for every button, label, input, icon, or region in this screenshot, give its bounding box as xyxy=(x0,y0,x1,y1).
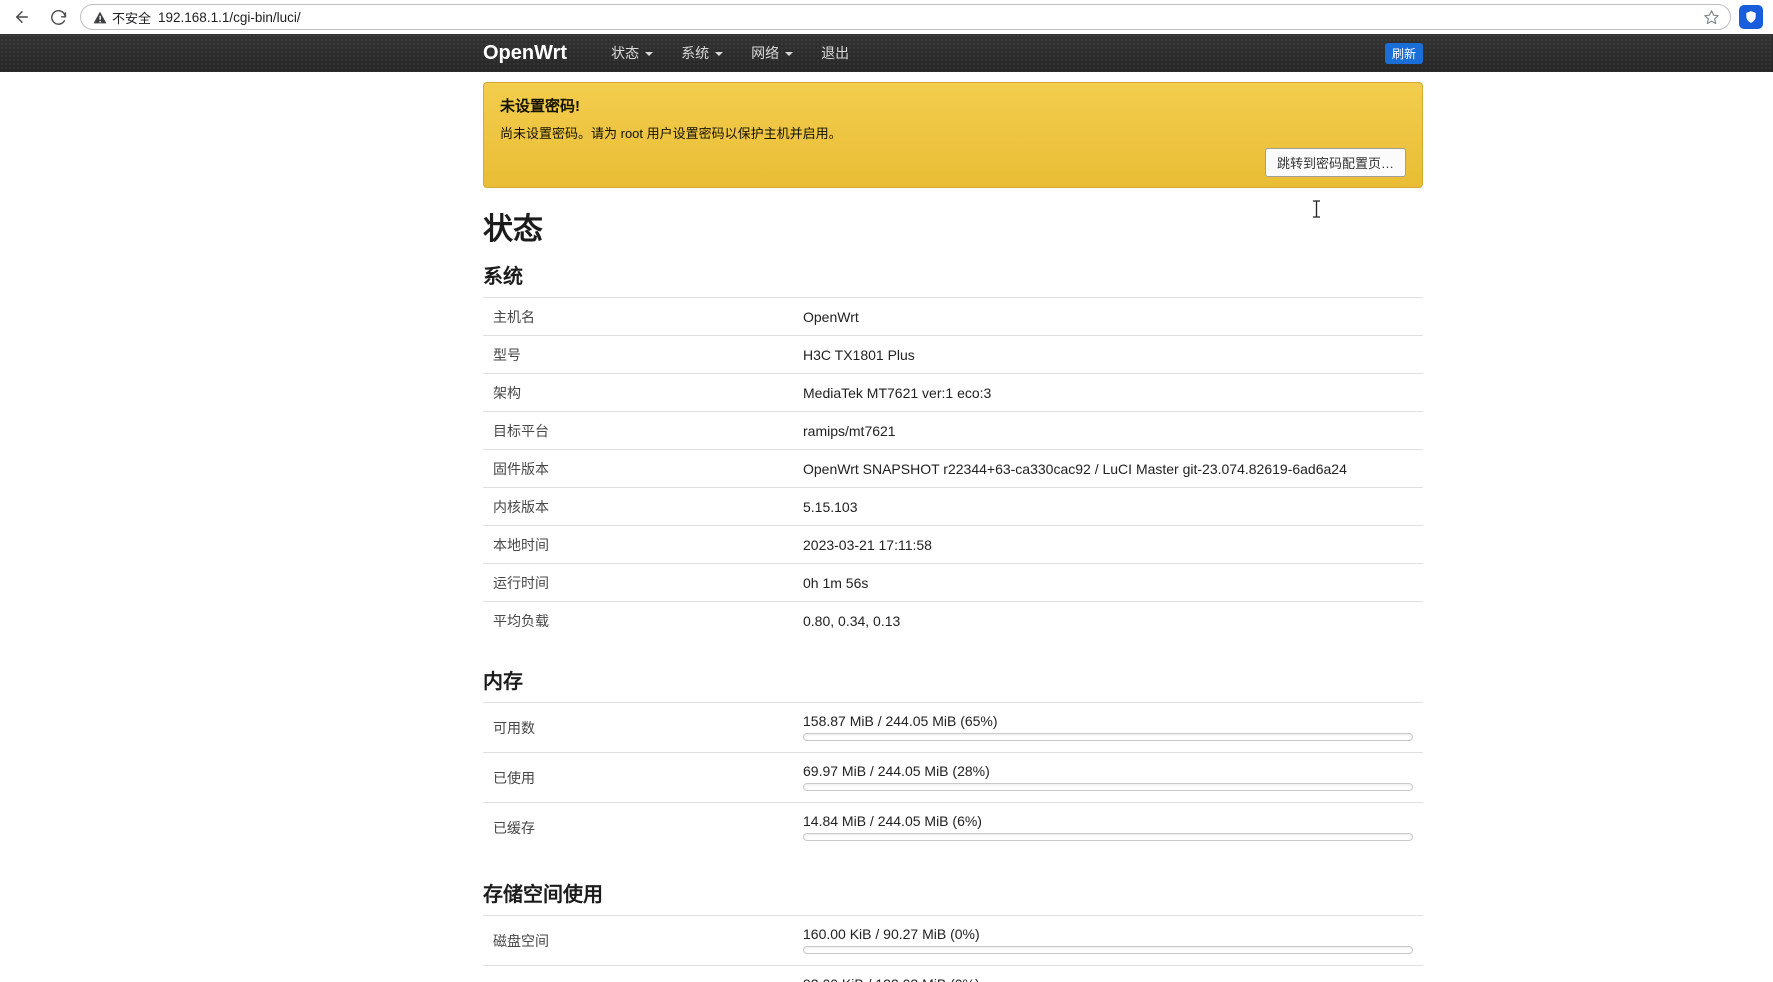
back-arrow-icon xyxy=(16,11,28,23)
row-label: 固件版本 xyxy=(493,460,549,477)
row-value: 2023-03-21 17:11:58 xyxy=(803,536,932,553)
main-content: 未设置密码! 尚未设置密码。请为 root 用户设置密码以保护主机并启用。 跳转… xyxy=(483,82,1423,982)
row-value: 0.80, 0.34, 0.13 xyxy=(803,612,901,629)
row-label: 可用数 xyxy=(493,719,535,736)
progress-bar xyxy=(803,946,1413,954)
table-row: 型号 H3C TX1801 Plus xyxy=(483,335,1423,373)
row-value: MediaTek MT7621 ver:1 eco:3 xyxy=(803,384,992,401)
row-value: 5.15.103 xyxy=(803,498,858,515)
reload-button[interactable] xyxy=(44,3,72,31)
url-text: 192.168.1.1/cgi-bin/luci/ xyxy=(158,9,301,25)
menu-logout[interactable]: 退出 xyxy=(807,34,863,72)
menu-network[interactable]: 网络 xyxy=(737,34,807,72)
openwrt-navbar: OpenWrt 状态 系统 网络 退出 刷新 xyxy=(0,34,1773,72)
row-label: 已缓存 xyxy=(493,819,535,836)
menu-system[interactable]: 系统 xyxy=(667,34,737,72)
security-label: 不安全 xyxy=(112,10,152,26)
bookmark-star-icon[interactable] xyxy=(1703,9,1720,26)
table-row: 临时空间 92.00 KiB / 122.03 MiB (0%) xyxy=(483,965,1423,982)
row-value: 160.00 KiB / 90.27 MiB (0%) xyxy=(803,926,980,942)
row-label: 内核版本 xyxy=(493,498,549,515)
chevron-down-icon xyxy=(785,52,794,56)
warning-message: 尚未设置密码。请为 root 用户设置密码以保护主机并启用。 xyxy=(500,126,842,141)
row-value: OpenWrt SNAPSHOT r22344+63-ca330cac92 / … xyxy=(803,460,1347,477)
row-label: 运行时间 xyxy=(493,574,549,591)
table-row: 磁盘空间 160.00 KiB / 90.27 MiB (0%) xyxy=(483,915,1423,965)
table-row: 固件版本 OpenWrt SNAPSHOT r22344+63-ca330cac… xyxy=(483,449,1423,487)
browser-toolbar: 不安全 192.168.1.1/cgi-bin/luci/ xyxy=(0,0,1773,34)
memory-table: 可用数 158.87 MiB / 244.05 MiB (65%) 已使用 69… xyxy=(483,702,1423,852)
table-row: 可用数 158.87 MiB / 244.05 MiB (65%) xyxy=(483,702,1423,752)
table-row: 主机名 OpenWrt xyxy=(483,297,1423,335)
row-label: 架构 xyxy=(493,384,521,401)
password-extension-icon[interactable] xyxy=(1739,5,1763,29)
table-row: 已缓存 14.84 MiB / 244.05 MiB (6%) xyxy=(483,802,1423,852)
row-value: ramips/mt7621 xyxy=(803,422,896,439)
row-label: 平均负载 xyxy=(493,612,549,629)
row-value: 69.97 MiB / 244.05 MiB (28%) xyxy=(803,763,990,779)
reload-icon xyxy=(50,9,66,25)
row-label: 已使用 xyxy=(493,769,535,786)
progress-bar xyxy=(803,833,1413,841)
table-row: 内核版本 5.15.103 xyxy=(483,487,1423,525)
row-value: 14.84 MiB / 244.05 MiB (6%) xyxy=(803,813,982,829)
no-password-warning-banner: 未设置密码! 尚未设置密码。请为 root 用户设置密码以保护主机并启用。 跳转… xyxy=(483,82,1423,188)
table-row: 目标平台 ramips/mt7621 xyxy=(483,411,1423,449)
table-row: 平均负载 0.80, 0.34, 0.13 xyxy=(483,601,1423,639)
storage-table: 磁盘空间 160.00 KiB / 90.27 MiB (0%) 临时空间 92… xyxy=(483,915,1423,982)
row-label: 磁盘空间 xyxy=(493,932,549,949)
progress-bar xyxy=(803,783,1413,791)
row-value: 0h 1m 56s xyxy=(803,574,869,591)
progress-bar xyxy=(803,733,1413,741)
address-bar[interactable]: 不安全 192.168.1.1/cgi-bin/luci/ xyxy=(80,4,1731,30)
table-row: 本地时间 2023-03-21 17:11:58 xyxy=(483,525,1423,563)
chevron-down-icon xyxy=(715,52,724,56)
warning-title: 未设置密码! xyxy=(500,98,580,115)
row-value: 92.00 KiB / 122.03 MiB (0%) xyxy=(803,976,1413,982)
row-label: 主机名 xyxy=(493,308,535,325)
row-value: H3C TX1801 Plus xyxy=(803,346,915,363)
go-to-password-config-button[interactable]: 跳转到密码配置页… xyxy=(1264,148,1406,177)
menu-status-label: 状态 xyxy=(611,45,640,61)
system-table: 主机名 OpenWrt 型号 H3C TX1801 Plus 架构 MediaT… xyxy=(483,297,1423,639)
back-button[interactable] xyxy=(8,3,36,31)
chevron-down-icon xyxy=(645,52,654,56)
warning-triangle-icon xyxy=(93,11,107,23)
menu-network-label: 网络 xyxy=(751,45,780,61)
menu-logout-label: 退出 xyxy=(821,45,850,61)
security-chip[interactable]: 不安全 xyxy=(93,8,151,27)
table-row: 运行时间 0h 1m 56s xyxy=(483,563,1423,601)
memory-section-heading: 内存 xyxy=(483,671,523,693)
row-label: 目标平台 xyxy=(493,422,549,439)
row-value: OpenWrt xyxy=(803,308,859,325)
menu-system-label: 系统 xyxy=(681,45,710,61)
row-label: 本地时间 xyxy=(493,536,549,553)
table-row: 架构 MediaTek MT7621 ver:1 eco:3 xyxy=(483,373,1423,411)
storage-section-heading: 存储空间使用 xyxy=(483,884,603,906)
row-value: 158.87 MiB / 244.05 MiB (65%) xyxy=(803,713,998,729)
table-row: 已使用 69.97 MiB / 244.05 MiB (28%) xyxy=(483,752,1423,802)
brand-openwrt[interactable]: OpenWrt xyxy=(483,42,567,65)
system-section-heading: 系统 xyxy=(483,266,523,288)
refresh-poll-badge[interactable]: 刷新 xyxy=(1384,42,1423,64)
row-label: 型号 xyxy=(493,346,521,363)
menu-status[interactable]: 状态 xyxy=(597,34,667,72)
page-title: 状态 xyxy=(483,213,543,246)
